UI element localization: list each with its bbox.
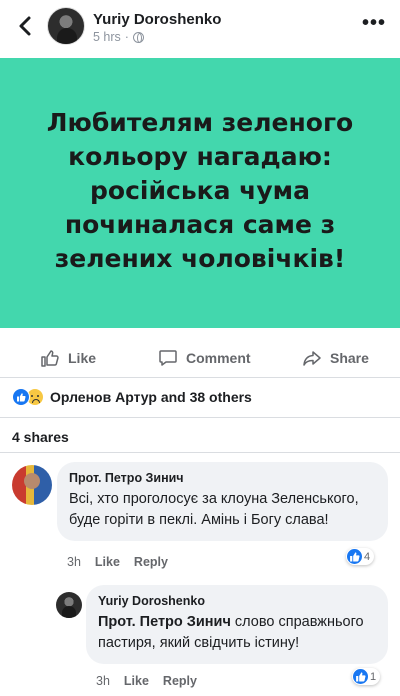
post-header: Yuriy Doroshenko 5 hrs · ••• [0, 0, 400, 56]
reply-mention[interactable]: Прот. Петро Зинич [98, 614, 231, 630]
globe-icon [132, 31, 144, 43]
reply-author-avatar[interactable] [56, 592, 82, 618]
post-action-bar: Like Comment Share [0, 338, 400, 378]
share-arrow-icon [303, 351, 321, 366]
reply-meta: 3h Like Reply [96, 674, 197, 688]
post-text: Любителям зеленого кольору нагадаю: росі… [46, 108, 354, 273]
thumbs-up-icon [41, 350, 59, 367]
like-reaction-icon [12, 388, 30, 406]
like-reaction-icon [353, 669, 368, 684]
post-meta: 5 hrs · [93, 30, 144, 44]
reactions-summary[interactable]: Орленов Артур and 38 others [12, 386, 252, 408]
comment-like-button[interactable]: Like [95, 555, 120, 569]
comment-like-count[interactable]: 4 [346, 548, 375, 565]
meta-separator: · [124, 30, 129, 44]
comment-label: Comment [186, 350, 251, 366]
like-label: Like [68, 350, 97, 366]
divider [0, 452, 400, 453]
comment-meta: 3h Like Reply [67, 555, 168, 569]
like-button[interactable]: Like [40, 338, 96, 378]
post-time[interactable]: 5 hrs [93, 30, 121, 44]
more-options-button[interactable]: ••• [362, 12, 386, 35]
reply-like-count[interactable]: 1 [352, 668, 381, 685]
commenter-avatar[interactable] [12, 465, 52, 505]
share-button[interactable]: Share [302, 338, 369, 378]
post-author-name[interactable]: Yuriy Doroshenko [93, 11, 221, 28]
comment-author[interactable]: Прот. Петро Зинич [69, 471, 376, 485]
reply-like-button[interactable]: Like [124, 674, 149, 688]
share-label: Share [330, 350, 369, 366]
divider [0, 417, 400, 418]
comment-button[interactable]: Comment [158, 338, 251, 378]
reactions-text[interactable]: Орленов Артур and 38 others [50, 389, 252, 405]
comment-icon [159, 350, 177, 366]
reply-text: Прот. Петро Зинич слово справжнього паст… [98, 612, 376, 654]
like-count-value: 4 [364, 550, 371, 563]
post-content: Любителям зеленого кольору нагадаю: росі… [0, 58, 400, 328]
reply-reply-button[interactable]: Reply [163, 674, 197, 688]
comment-time[interactable]: 3h [67, 555, 81, 569]
back-arrow-icon[interactable] [14, 14, 36, 38]
shares-count[interactable]: 4 shares [12, 429, 69, 445]
comment-bubble: Прот. Петро Зинич Всі, хто проголосує за… [57, 462, 388, 541]
reply-bubble: Yuriy Doroshenko Прот. Петро Зинич слово… [86, 585, 388, 664]
comment-reply-button[interactable]: Reply [134, 555, 168, 569]
comment-text: Всі, хто проголосує за клоуна Зеленськог… [69, 491, 359, 528]
reply-author[interactable]: Yuriy Doroshenko [98, 594, 376, 608]
author-avatar[interactable] [47, 7, 85, 45]
reply-time[interactable]: 3h [96, 674, 110, 688]
like-reaction-icon [347, 549, 362, 564]
like-count-value: 1 [370, 670, 377, 683]
